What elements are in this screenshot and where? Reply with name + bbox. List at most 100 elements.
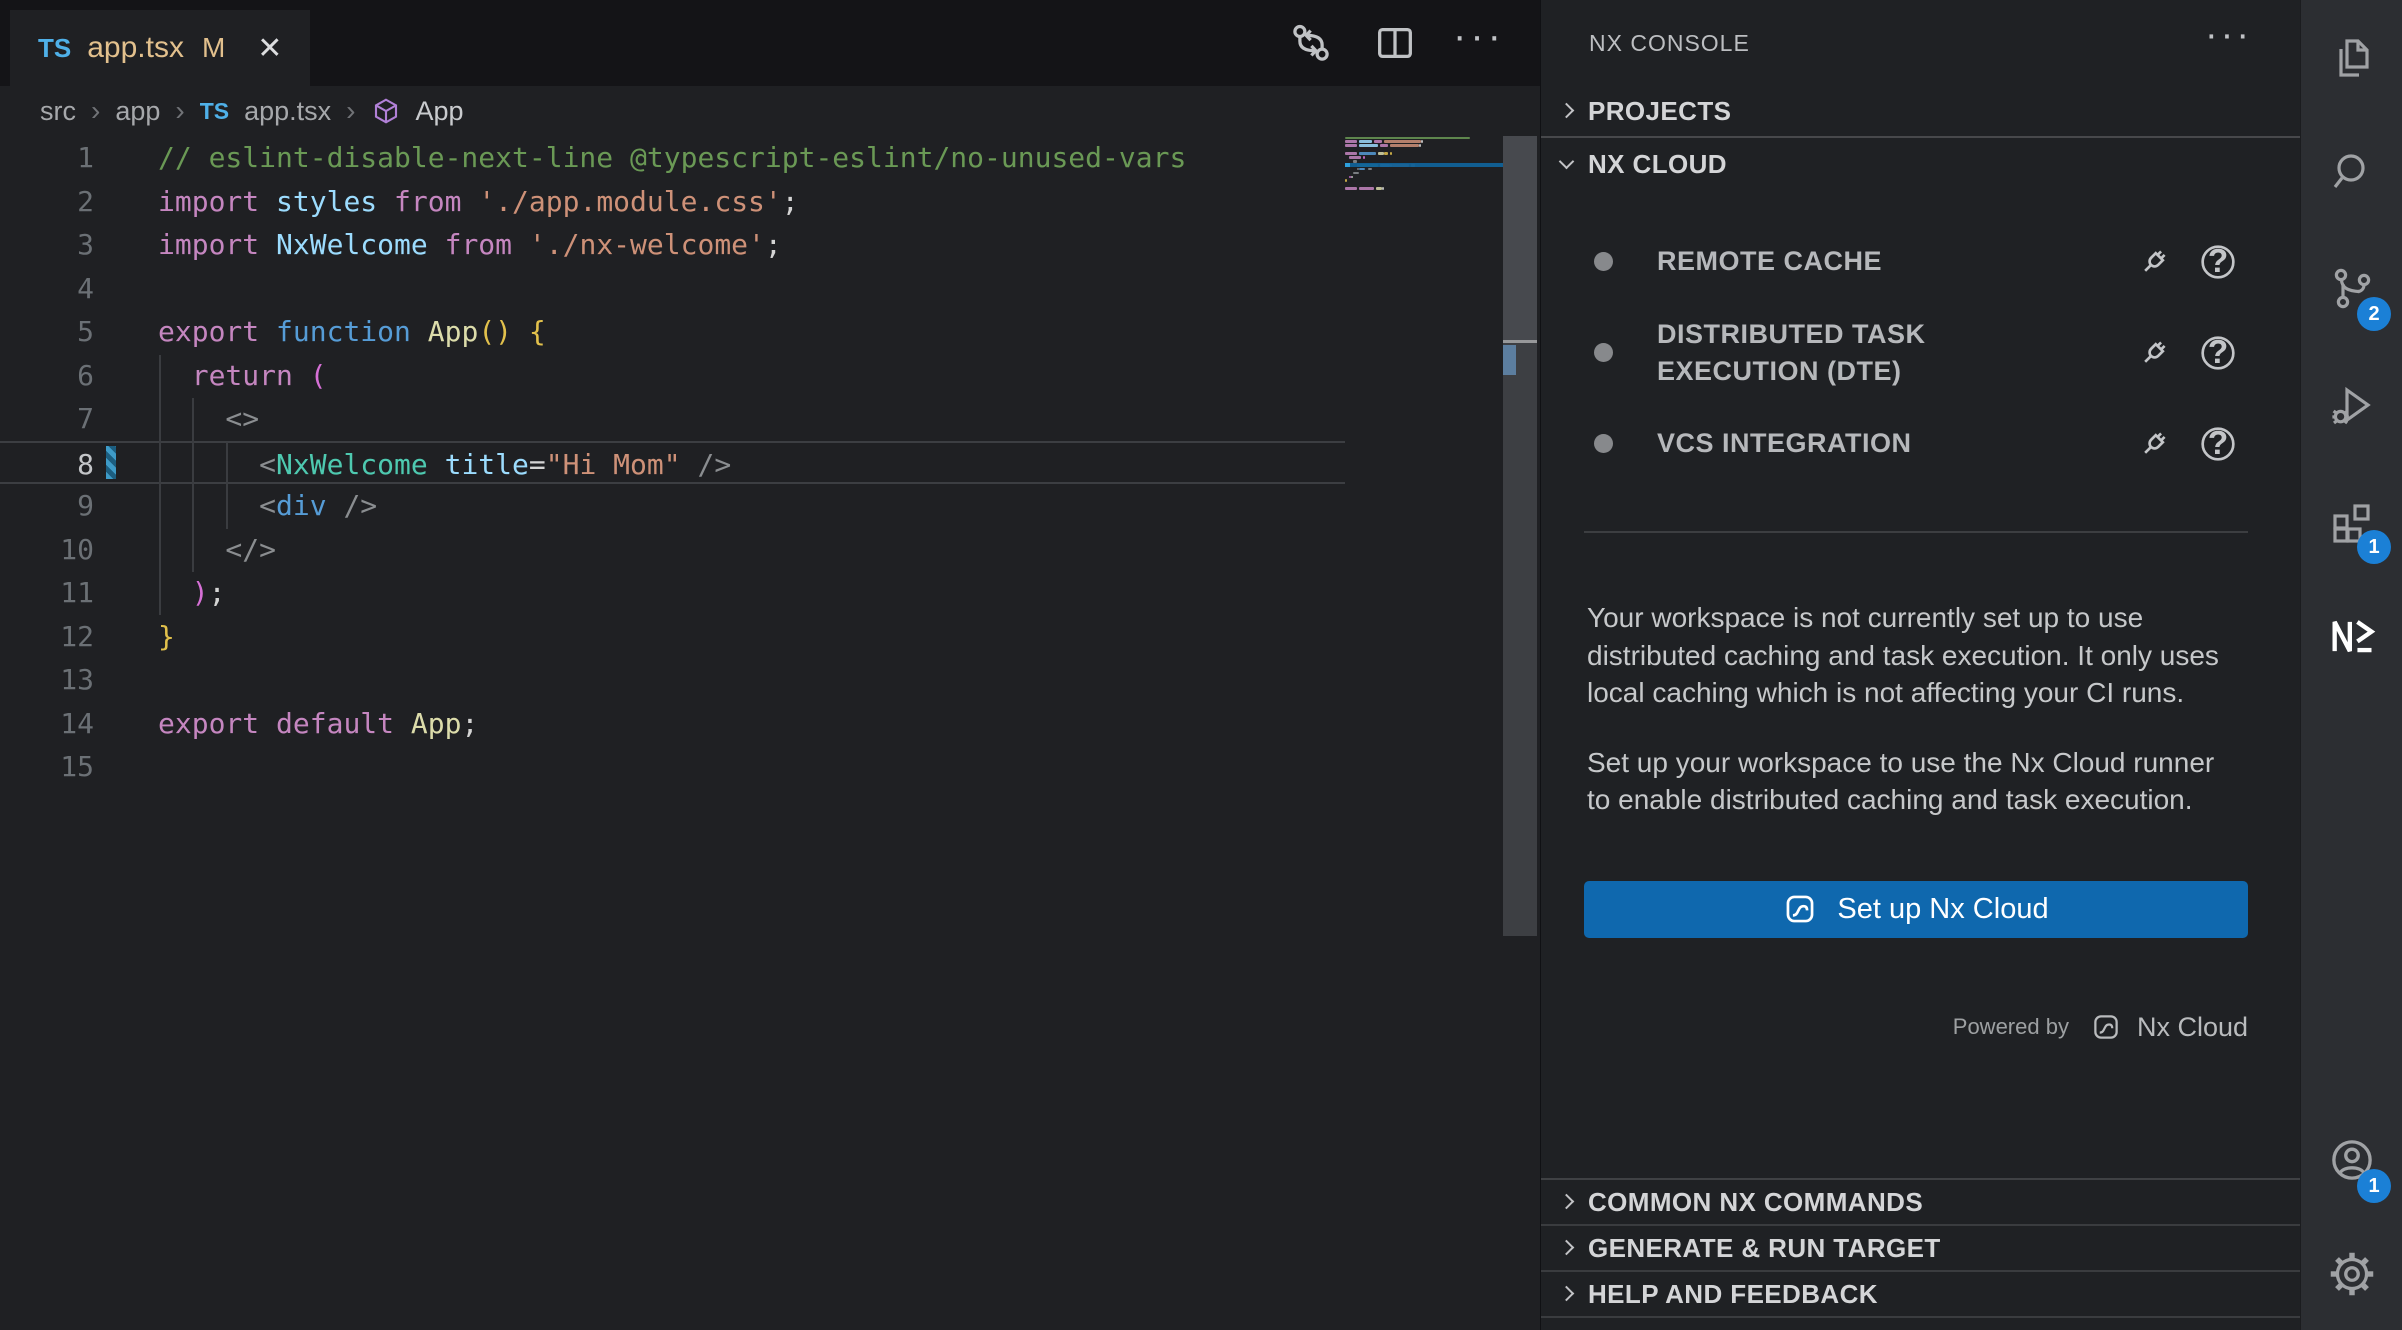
panel-more-actions-icon[interactable]: ···: [2205, 30, 2252, 56]
section-projects[interactable]: PROJECTS: [1541, 86, 2300, 138]
status-dot-icon: [1594, 252, 1613, 271]
line-number[interactable]: 10: [0, 528, 94, 572]
code-line[interactable]: 13: [0, 658, 1345, 702]
open-changes-icon[interactable]: [1286, 18, 1336, 68]
explorer-icon[interactable]: [2301, 15, 2402, 101]
breadcrumb-app[interactable]: app: [115, 96, 160, 127]
breadcrumb-separator: ›: [175, 95, 184, 127]
code-line[interactable]: 3import NxWelcome from './nx-welcome';: [0, 223, 1345, 267]
code-line[interactable]: 6 return (: [0, 354, 1345, 398]
line-number[interactable]: 2: [0, 180, 94, 224]
nx-cloud-body: REMOTE CACHE ? DISTRIBUTED TASK EXECUTIO…: [1541, 190, 2300, 1043]
code-text: // eslint-disable-next-line @typescript-…: [158, 136, 1345, 180]
search-icon[interactable]: [2301, 130, 2402, 216]
help-question-icon[interactable]: ?: [2198, 333, 2238, 373]
code-line[interactable]: 4: [0, 267, 1345, 311]
code-line[interactable]: 12}: [0, 615, 1345, 659]
settings-gear-icon[interactable]: [2301, 1231, 2402, 1317]
help-question-icon[interactable]: ?: [2198, 242, 2238, 282]
line-number[interactable]: 13: [0, 658, 94, 702]
code-text: </>: [158, 528, 1345, 572]
line-number[interactable]: 4: [0, 267, 94, 311]
section-label: COMMON NX COMMANDS: [1588, 1187, 1923, 1218]
extensions-icon[interactable]: 1: [2301, 478, 2402, 564]
connect-plug-icon[interactable]: [2134, 333, 2174, 373]
nx-console-icon[interactable]: [2301, 593, 2402, 679]
gutter: [94, 745, 158, 789]
code-text: return (: [158, 354, 1345, 398]
code-editor[interactable]: 1 // eslint-disable-next-line @typescript…: [0, 136, 1540, 1330]
section-label: PROJECTS: [1588, 96, 1731, 127]
code-line[interactable]: 10 </>: [0, 528, 1345, 572]
line-number[interactable]: 6: [0, 354, 94, 398]
line-number[interactable]: 12: [0, 615, 94, 659]
account-icon[interactable]: 1: [2301, 1117, 2402, 1203]
setup-nx-cloud-button[interactable]: Set up Nx Cloud: [1584, 881, 2248, 938]
nx-cloud-feature-row: DISTRIBUTED TASK EXECUTION (DTE) ?: [1541, 307, 2300, 398]
line-number[interactable]: 7: [0, 397, 94, 441]
section-nx-cloud[interactable]: NX CLOUD: [1541, 138, 2300, 190]
breadcrumb-separator: ›: [91, 95, 100, 127]
line-number[interactable]: 5: [0, 310, 94, 354]
bottom-sections: COMMON NX COMMANDS GENERATE & RUN TARGET…: [1541, 1178, 2300, 1318]
line-number[interactable]: 1: [0, 136, 94, 180]
scrollbar-slider[interactable]: [1503, 136, 1537, 341]
help-question-icon[interactable]: ?: [2198, 424, 2238, 464]
vscode-window: TS app.tsx M ✕: [0, 0, 2402, 1330]
code-line[interactable]: 11 );: [0, 571, 1345, 615]
indent-guide: [192, 398, 194, 572]
gutter: [94, 267, 158, 311]
gutter: [94, 180, 158, 224]
section-label: GENERATE & RUN TARGET: [1588, 1233, 1941, 1264]
gutter: [94, 615, 158, 659]
line-number[interactable]: 8: [0, 443, 94, 483]
code-line[interactable]: 2 import styles from './app.module.css';: [0, 180, 1345, 224]
breadcrumb-symbol[interactable]: App: [416, 96, 464, 127]
code-text: <NxWelcome title="Hi Mom" />: [158, 443, 1345, 483]
extensions-badge: 1: [2357, 530, 2391, 564]
code-line[interactable]: 9 <div />: [0, 484, 1345, 528]
tab-app-tsx[interactable]: TS app.tsx M ✕: [10, 10, 310, 86]
panel-section-header[interactable]: HELP AND FEEDBACK: [1541, 1272, 2300, 1318]
run-debug-icon[interactable]: [2301, 363, 2402, 449]
source-control-icon[interactable]: 2: [2301, 245, 2402, 331]
code-line[interactable]: 1 // eslint-disable-next-line @typescript…: [0, 136, 1345, 180]
code-line[interactable]: 15: [0, 745, 1345, 789]
code-text: import styles from './app.module.css';: [158, 180, 1345, 224]
code-line[interactable]: 8 <NxWelcome title="Hi Mom" />: [0, 441, 1345, 485]
breadcrumb-file[interactable]: app.tsx: [244, 96, 331, 127]
nx-cloud-feature-row: VCS INTEGRATION ?: [1541, 398, 2300, 489]
line-number[interactable]: 9: [0, 484, 94, 528]
gutter: [94, 443, 158, 483]
connect-plug-icon[interactable]: [2134, 424, 2174, 464]
breadcrumb-src[interactable]: src: [40, 96, 76, 127]
nx-console-panel: NX CONSOLE ··· PROJECTS NX CLOUD REMOTE …: [1540, 0, 2300, 1330]
code-line[interactable]: 7 <>: [0, 397, 1345, 441]
panel-section-header[interactable]: GENERATE & RUN TARGET: [1541, 1226, 2300, 1272]
more-actions-icon[interactable]: ···: [1454, 18, 1504, 68]
line-number[interactable]: 11: [0, 571, 94, 615]
connect-plug-icon[interactable]: [2134, 242, 2174, 282]
gutter: [94, 223, 158, 267]
powered-by-label: Powered by: [1953, 1014, 2069, 1040]
panel-title: NX CONSOLE: [1589, 30, 1750, 57]
code-line[interactable]: 5export function App() {: [0, 310, 1345, 354]
code-text: <div />: [158, 484, 1345, 528]
minimap[interactable]: [1345, 136, 1503, 836]
code-text: [158, 745, 1345, 789]
split-editor-icon[interactable]: [1370, 18, 1420, 68]
gutter: [94, 528, 158, 572]
panel-section-header[interactable]: COMMON NX COMMANDS: [1541, 1180, 2300, 1226]
gutter: [94, 702, 158, 746]
nx-cloud-brand: Nx Cloud: [2137, 1012, 2248, 1043]
close-tab-icon[interactable]: ✕: [257, 31, 282, 66]
git-modified-gutter-marker: [106, 446, 116, 480]
line-number[interactable]: 3: [0, 223, 94, 267]
code-line[interactable]: 14export default App;: [0, 702, 1345, 746]
editor-scrollbar[interactable]: [1503, 136, 1537, 936]
line-number[interactable]: 14: [0, 702, 94, 746]
powered-by-row: Powered by Nx Cloud: [1541, 1012, 2300, 1043]
line-number[interactable]: 15: [0, 745, 94, 789]
section-label: HELP AND FEEDBACK: [1588, 1279, 1878, 1310]
status-dot-icon: [1594, 434, 1613, 453]
